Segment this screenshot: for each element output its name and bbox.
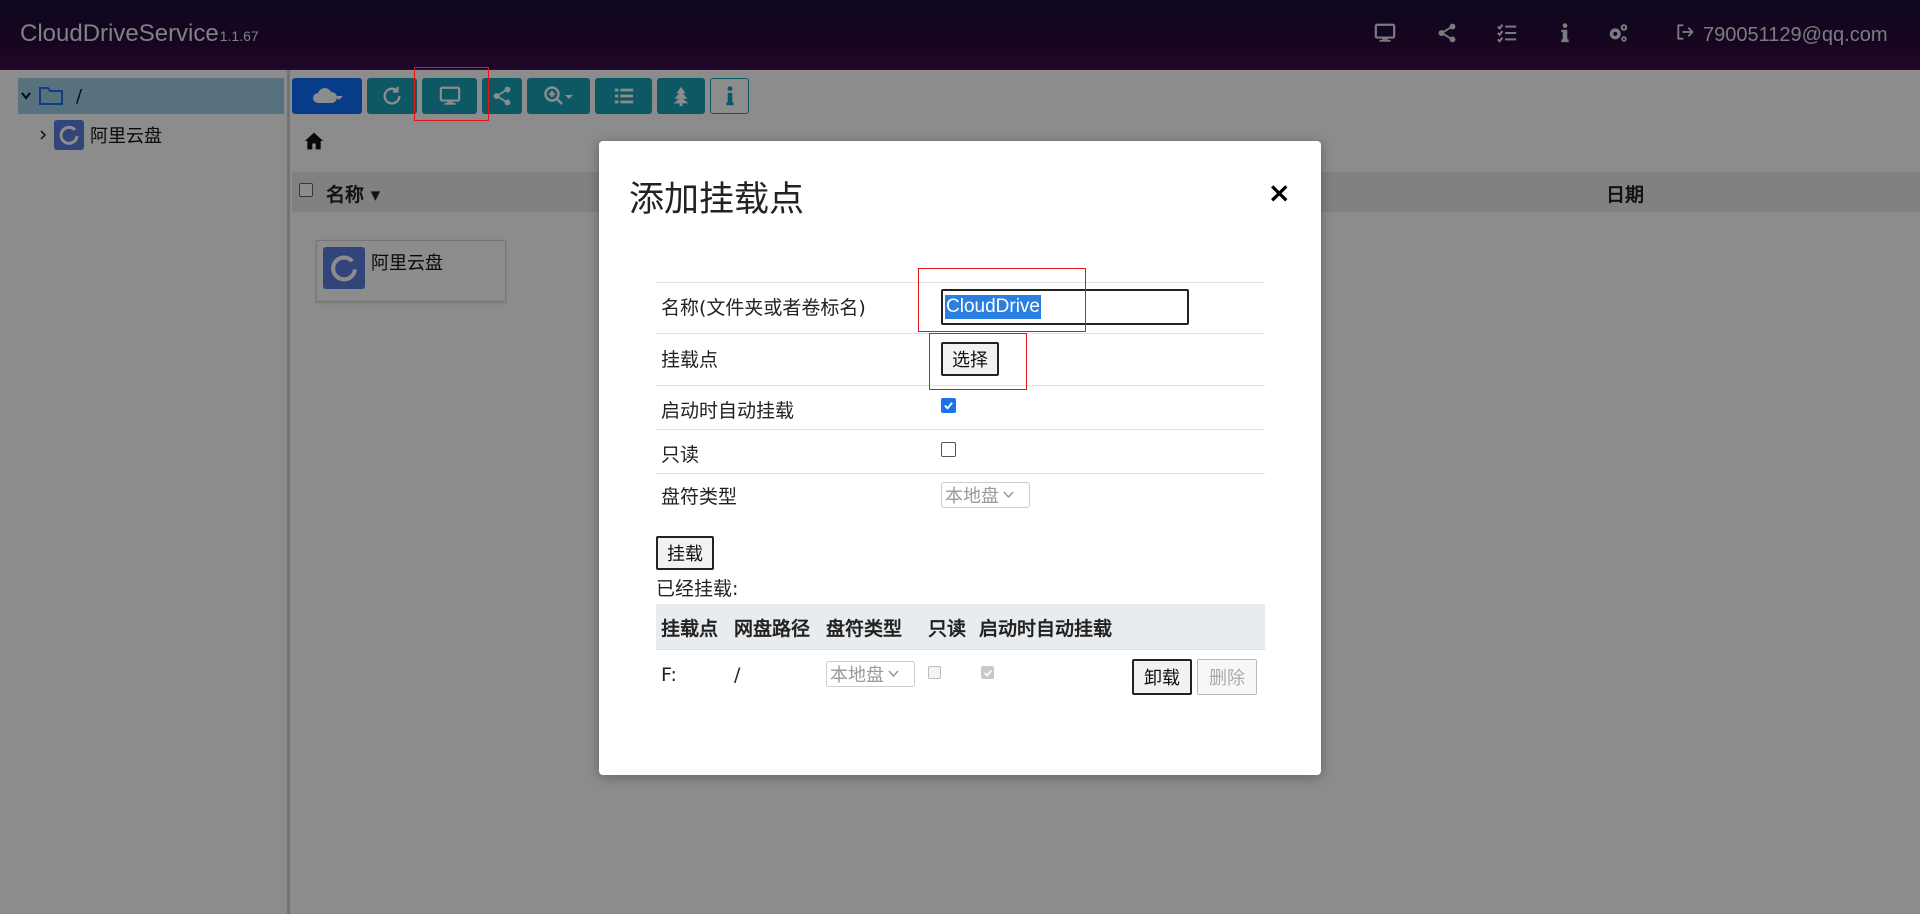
row-readonly-checkbox [928,666,941,679]
header-readonly: 只读 [928,618,967,640]
header-mount-point: 挂载点 [661,618,719,640]
check-icon [944,402,953,410]
drive-type-select[interactable]: 本地盘 [941,482,1030,508]
form-row-mount-point: 挂载点 选择 [656,333,1265,385]
mounted-table: 挂载点 网盘路径 盘符类型 只读 启动时自动挂载 F: / 本地盘 卸载 删除 [656,604,1265,704]
header-drive-type: 盘符类型 [826,618,903,640]
mounted-label: 已经挂载: [656,578,739,600]
mount-button[interactable]: 挂载 [656,536,714,570]
header-auto-mount: 启动时自动挂载 [979,618,1113,640]
check-icon [983,669,992,677]
auto-mount-checkbox[interactable] [941,398,956,413]
mount-point-label: 挂载点 [661,349,719,371]
row-auto-mount-checkbox [981,666,994,679]
delete-button: 删除 [1197,659,1257,695]
mounted-table-header: 挂载点 网盘路径 盘符类型 只读 启动时自动挂载 [656,604,1265,650]
name-label: 名称(文件夹或者卷标名) [661,297,866,319]
form-row-auto-mount: 启动时自动挂载 [656,385,1265,429]
form-row-name: 名称(文件夹或者卷标名) CloudDrive [656,282,1265,333]
unmount-button[interactable]: 卸载 [1132,659,1192,695]
chevron-down-icon [888,670,899,678]
row-drive-type-value: 本地盘 [830,665,884,686]
choose-button[interactable]: 选择 [941,342,999,376]
readonly-label: 只读 [661,444,700,466]
name-input-value: CloudDrive [945,295,1041,319]
add-mount-dialog: 添加挂载点 × 名称(文件夹或者卷标名) CloudDrive 挂载点 选择 启… [599,141,1321,775]
header-path: 网盘路径 [734,618,811,640]
table-row: F: / 本地盘 卸载 删除 [656,650,1265,704]
readonly-checkbox[interactable] [941,442,956,457]
name-input[interactable]: CloudDrive [941,289,1189,325]
row-mount-point: F: [661,664,677,686]
close-icon[interactable]: × [1268,179,1291,207]
row-path: / [734,664,741,686]
dialog-title: 添加挂载点 [629,180,805,220]
mount-form: 名称(文件夹或者卷标名) CloudDrive 挂载点 选择 启动时自动挂载 只… [656,282,1265,513]
row-drive-type-select: 本地盘 [826,661,915,687]
auto-mount-label: 启动时自动挂载 [661,400,795,422]
drive-type-value: 本地盘 [945,486,999,507]
form-row-readonly: 只读 [656,429,1265,473]
drive-type-label: 盘符类型 [661,486,738,508]
chevron-down-icon [1003,491,1014,499]
form-row-drive-type: 盘符类型 本地盘 [656,473,1265,513]
